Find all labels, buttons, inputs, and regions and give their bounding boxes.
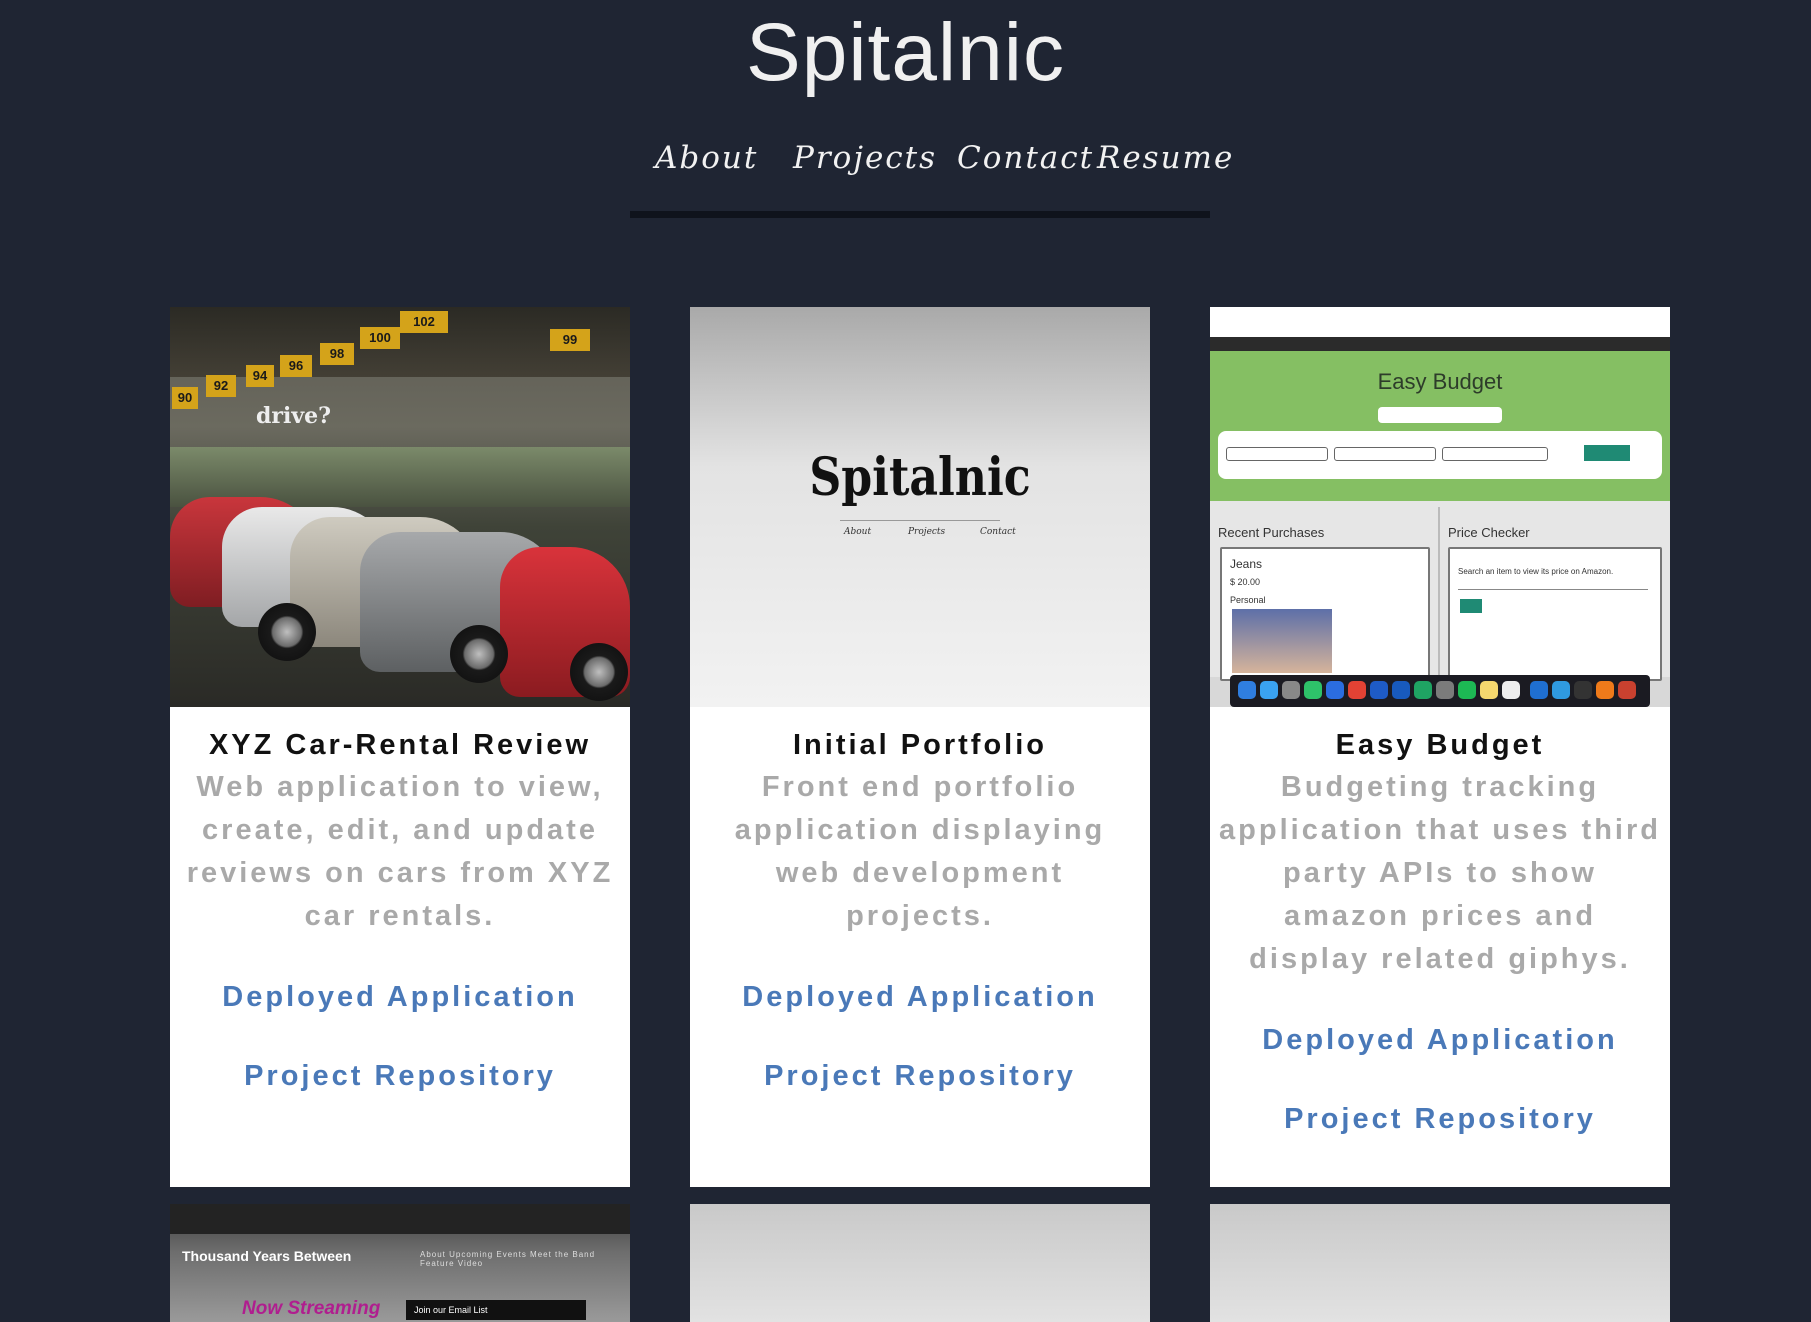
portfolio-preview-nav: Projects [908, 527, 946, 537]
project-card-car-rental: 102 100 99 98 96 94 92 90 drive? XYZ Car… [170, 307, 630, 1187]
project-description: Web application to view, create, edit, a… [186, 771, 614, 932]
sign-text: drive? [256, 403, 332, 429]
project-repository-link[interactable]: Project Repository [1210, 1103, 1670, 1136]
project-image-car-rental: 102 100 99 98 96 94 92 90 drive? [170, 307, 630, 707]
bay-sign: 102 [400, 311, 448, 333]
project-card-body: Easy Budget Budgeting tracking applicati… [1210, 707, 1670, 1136]
recent-purchases-heading: Recent Purchases [1218, 525, 1325, 540]
project-card-thousand-years: Thousand Years Between About Upcoming Ev… [170, 1204, 630, 1322]
bay-sign: 96 [280, 355, 312, 377]
project-description: Budgeting tracking application that uses… [1219, 771, 1661, 975]
project-card-easy-budget: Easy Budget Recent Purchases Price Check… [1210, 307, 1670, 1187]
bay-sign: 98 [320, 343, 354, 365]
project-card-portfolio: Spitalnic About Projects Contact Initial… [690, 307, 1150, 1187]
project-title: Initial Portfolio [793, 729, 1047, 761]
project-image-thousand-years: Thousand Years Between About Upcoming Ev… [170, 1204, 630, 1322]
bay-sign: 100 [360, 327, 400, 349]
project-repository-link[interactable]: Project Repository [170, 1060, 630, 1093]
deployed-application-link[interactable]: Deployed Application [1210, 1024, 1670, 1057]
budget-preview-title: Easy Budget [1377, 369, 1503, 394]
project-title: Easy Budget [1335, 729, 1545, 761]
project-image-easy-budget: Easy Budget Recent Purchases Price Check… [1210, 307, 1670, 707]
nav-contact[interactable]: Contact [957, 140, 1094, 176]
bay-sign: 90 [172, 387, 198, 409]
band-preview-email: Join our Email List [406, 1300, 586, 1320]
project-image [1210, 1204, 1670, 1322]
nav-about[interactable]: About [655, 140, 758, 176]
project-description: Front end portfolio application displayi… [734, 771, 1106, 932]
purchase-price: $ 20.00 [1230, 577, 1261, 587]
price-prompt: Search an item to view its price on Amaz… [1458, 567, 1614, 576]
price-checker-heading: Price Checker [1448, 525, 1530, 540]
bay-sign: 99 [550, 329, 590, 351]
portfolio-preview-nav: About [844, 527, 872, 537]
project-card-placeholder [690, 1204, 1150, 1322]
site-title: Spitalnic [746, 7, 1065, 98]
project-card-body: XYZ Car-Rental Review Web application to… [170, 707, 630, 1093]
main-nav: About Projects Contact Resume [630, 130, 1232, 218]
project-image [690, 1204, 1150, 1322]
band-preview-menu: About Upcoming Events Meet the Band Feat… [420, 1250, 596, 1268]
project-title: XYZ Car-Rental Review [208, 729, 592, 761]
nav-resume[interactable]: Resume [1097, 140, 1234, 176]
bay-sign: 92 [206, 375, 236, 397]
project-repository-link[interactable]: Project Repository [690, 1060, 1150, 1093]
band-preview-title: Thousand Years Between [182, 1248, 352, 1264]
portfolio-preview-title: Spitalnic [809, 447, 1031, 508]
project-image-portfolio: Spitalnic About Projects Contact [690, 307, 1150, 707]
project-card-body: Initial Portfolio Front end portfolio ap… [690, 707, 1150, 1093]
deployed-application-link[interactable]: Deployed Application [690, 981, 1150, 1014]
project-card-placeholder [1210, 1204, 1670, 1322]
bay-sign: 94 [246, 365, 274, 387]
deployed-application-link[interactable]: Deployed Application [170, 981, 630, 1014]
nav-projects[interactable]: Projects [793, 140, 937, 176]
purchase-item: Jeans [1230, 557, 1263, 571]
purchase-category: Personal [1230, 595, 1266, 605]
band-preview-streaming: Now Streaming [242, 1298, 381, 1319]
portfolio-preview-nav: Contact [980, 527, 1016, 537]
